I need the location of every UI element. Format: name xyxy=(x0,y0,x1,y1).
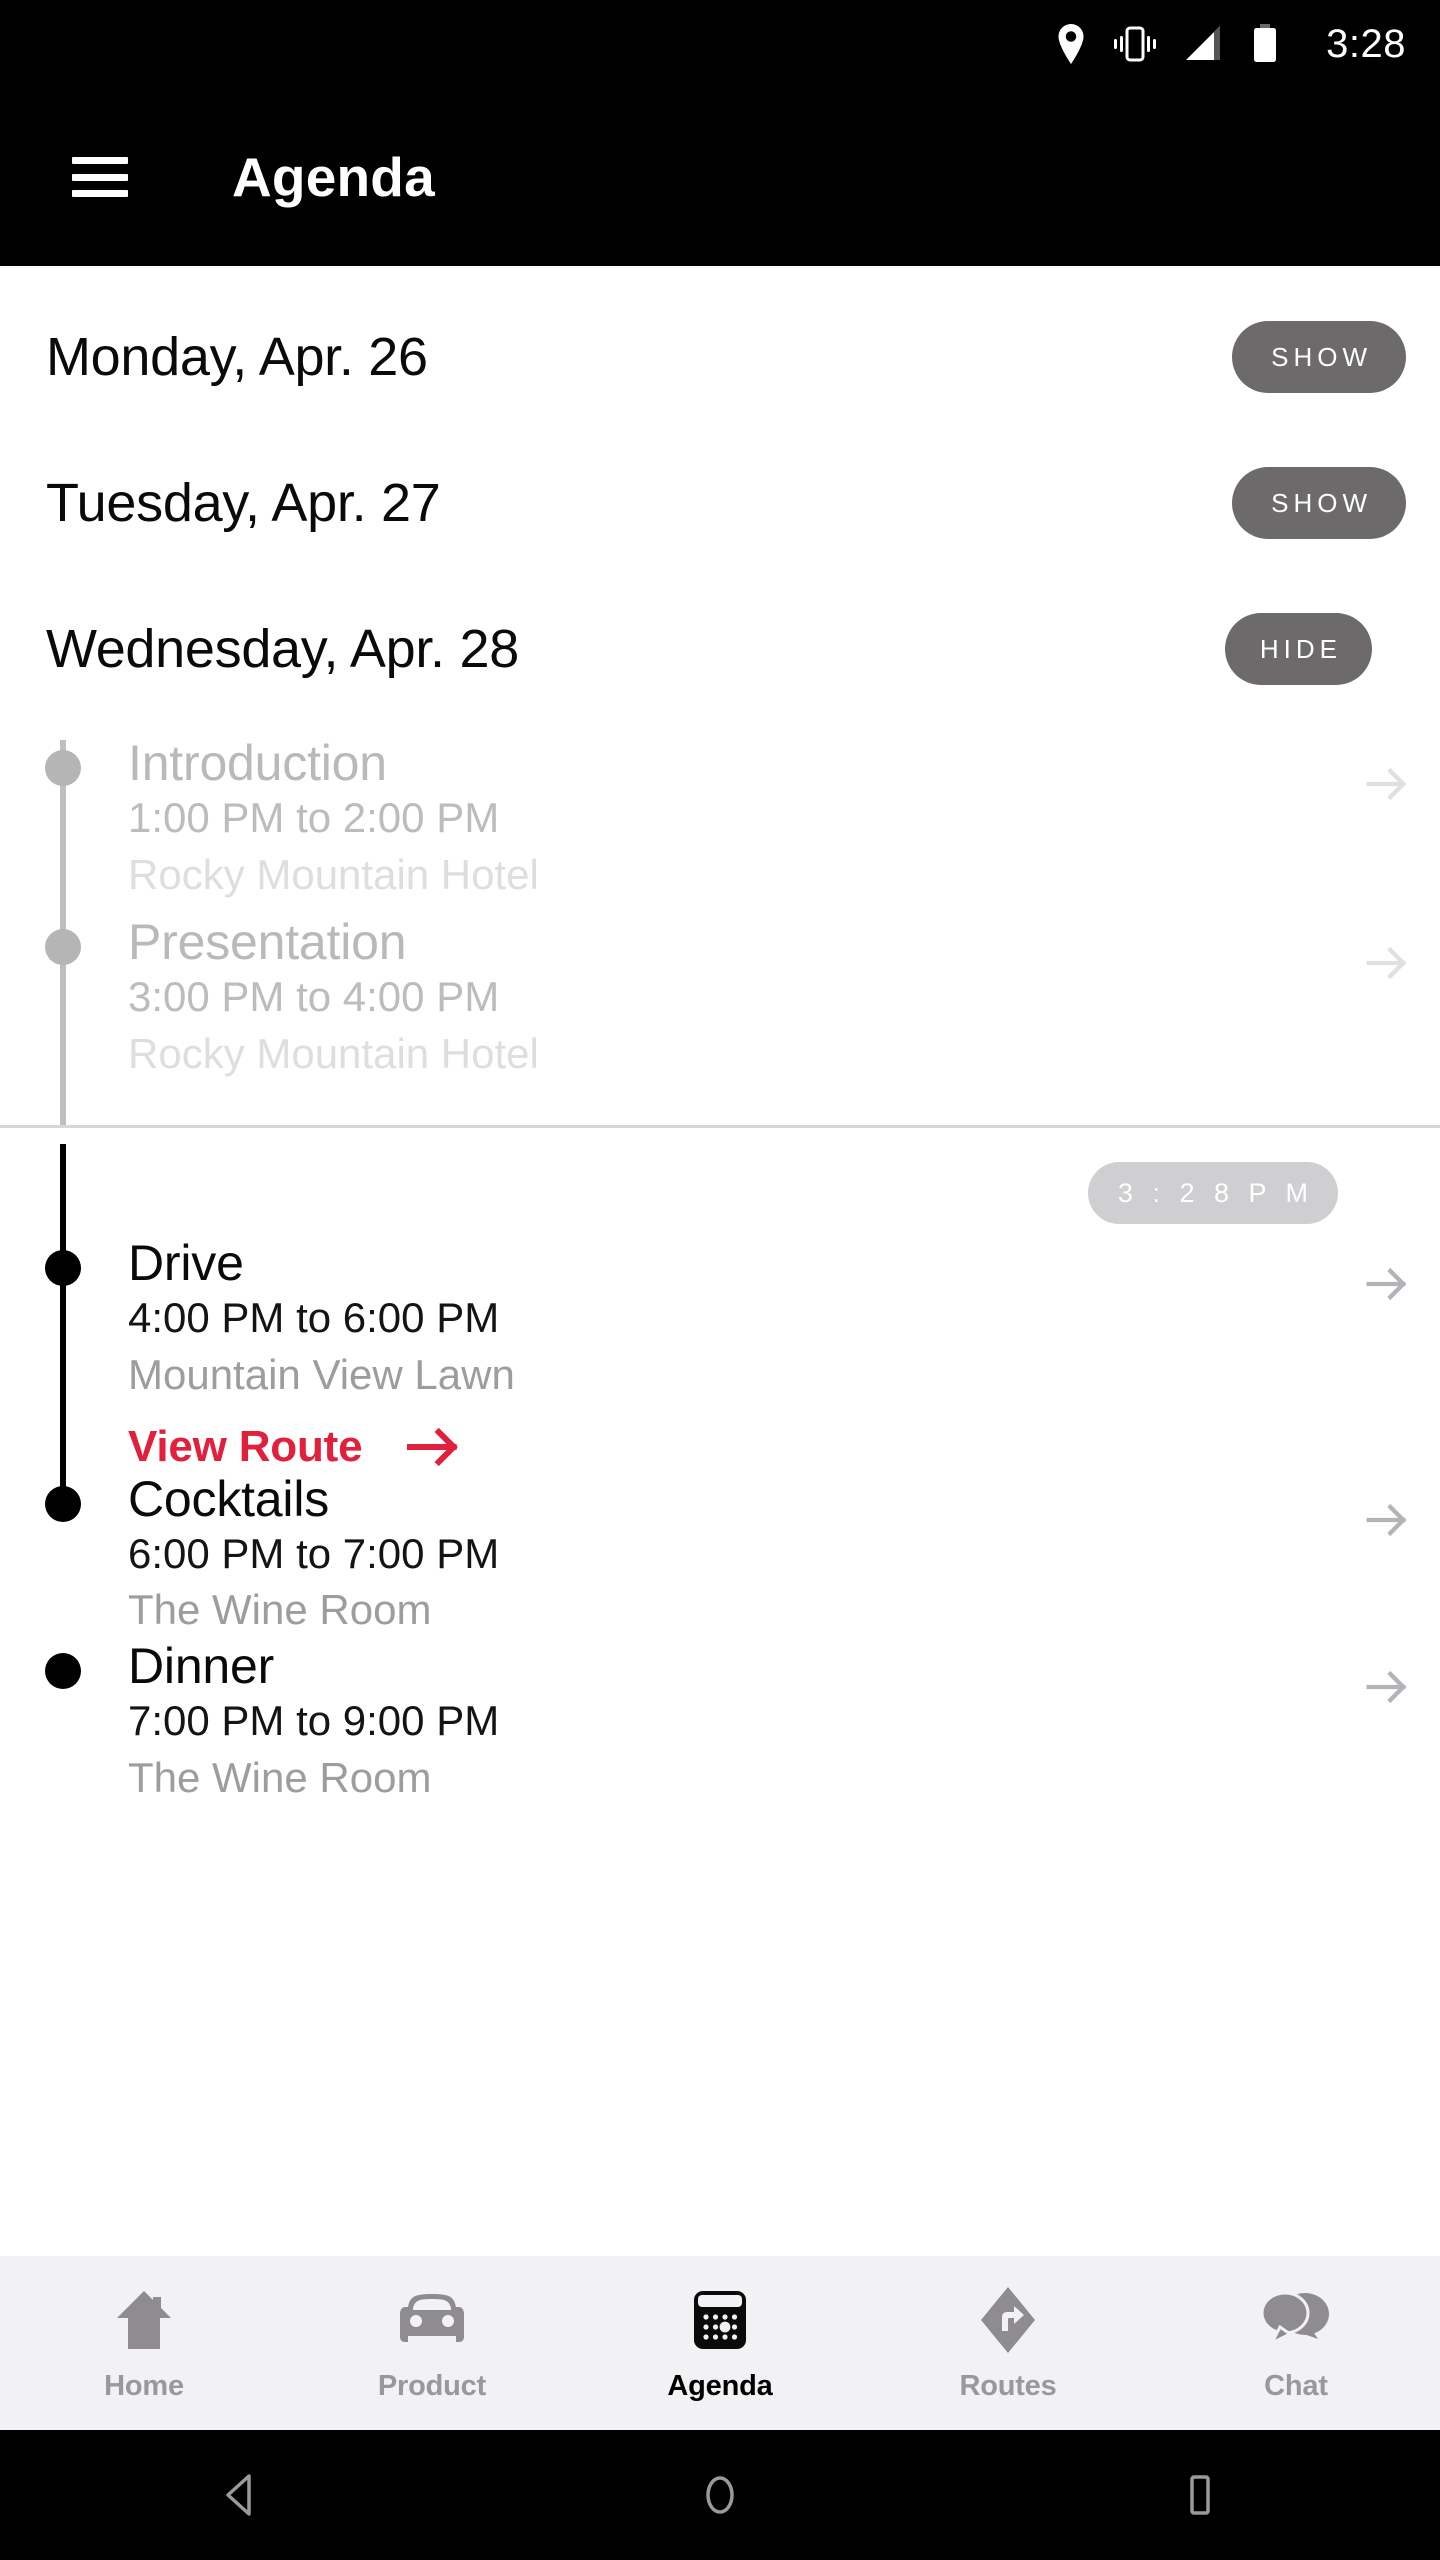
timeline-dot xyxy=(45,1250,81,1287)
timeline-dot xyxy=(45,750,81,786)
nav-item-chat[interactable]: Chat xyxy=(1152,2284,1440,2403)
battery-icon xyxy=(1254,24,1277,62)
home-circle-icon[interactable] xyxy=(660,2430,780,2560)
location-pin-icon xyxy=(1058,24,1084,64)
app-bar: Agenda xyxy=(0,88,1440,266)
event-title: Presentation xyxy=(128,914,407,971)
nav-label: Routes xyxy=(959,2369,1057,2402)
event-location: Rocky Mountain Hotel xyxy=(128,850,539,898)
android-system-nav xyxy=(0,2430,1440,2560)
nav-item-home[interactable]: Home xyxy=(0,2284,288,2403)
nav-label: Chat xyxy=(1264,2369,1328,2402)
event-title: Drive xyxy=(128,1235,244,1292)
phone-screen: 3:28 Agenda Monday, Apr. 26 SHOW Tuesday… xyxy=(0,0,1440,2560)
event-location: Mountain View Lawn xyxy=(128,1351,515,1399)
day-label: Wednesday, Apr. 28 xyxy=(46,619,519,679)
agenda-content: Monday, Apr. 26 SHOW Tuesday, Apr. 27 SH… xyxy=(0,266,1440,2256)
agenda-event-row[interactable]: Cocktails 6:00 PM to 7:00 PM The Wine Ro… xyxy=(0,1472,1440,1639)
agenda-event-row[interactable]: Dinner 7:00 PM to 9:00 PM The Wine Room xyxy=(0,1639,1440,1806)
back-triangle-icon[interactable] xyxy=(180,2430,300,2560)
timeline-dot xyxy=(45,929,81,966)
arrow-right-icon[interactable] xyxy=(1360,1661,1412,1713)
chat-bubbles-icon xyxy=(1260,2284,1332,2356)
timeline-dot xyxy=(45,1653,81,1690)
arrow-right-icon xyxy=(407,1427,459,1466)
timeline-dot xyxy=(45,1485,81,1522)
event-time: 4:00 PM to 6:00 PM xyxy=(128,1294,500,1342)
recents-square-icon[interactable] xyxy=(1140,2430,1260,2560)
agenda-event-row[interactable]: Introduction 1:00 PM to 2:00 PM Rocky Mo… xyxy=(0,736,1440,903)
event-title: Introduction xyxy=(128,735,387,791)
event-time: 6:00 PM to 7:00 PM xyxy=(128,1529,500,1577)
day-toggle-button-monday[interactable]: SHOW xyxy=(1232,321,1406,393)
arrow-right-icon[interactable] xyxy=(1360,1494,1412,1546)
home-icon xyxy=(113,2284,175,2356)
nav-item-product[interactable]: Product xyxy=(288,2284,576,2403)
timeline-past: Introduction 1:00 PM to 2:00 PM Rocky Mo… xyxy=(0,722,1440,1126)
event-time: 3:00 PM to 4:00 PM xyxy=(128,973,500,1021)
current-time-divider xyxy=(0,1125,1440,1129)
event-time: 1:00 PM to 2:00 PM xyxy=(128,794,500,841)
nav-item-agenda[interactable]: Agenda xyxy=(576,2284,864,2403)
day-toggle-button-tuesday[interactable]: SHOW xyxy=(1232,467,1406,539)
day-header-tuesday[interactable]: Tuesday, Apr. 27 SHOW xyxy=(0,430,1440,576)
event-location: Rocky Mountain Hotel xyxy=(128,1030,539,1078)
car-icon xyxy=(396,2284,468,2356)
agenda-event-row[interactable]: Drive 4:00 PM to 6:00 PM Mountain View L… xyxy=(0,1236,1440,1471)
navigation-icon xyxy=(979,2284,1037,2356)
arrow-right-icon[interactable] xyxy=(1360,937,1412,989)
day-toggle-button-wednesday[interactable]: HIDE xyxy=(1224,613,1372,685)
calendar-icon xyxy=(689,2284,751,2356)
signal-icon xyxy=(1186,26,1221,60)
day-header-monday[interactable]: Monday, Apr. 26 SHOW xyxy=(0,284,1440,430)
view-route-link[interactable]: View Route xyxy=(128,1422,1320,1472)
nav-label: Agenda xyxy=(667,2369,773,2402)
nav-item-routes[interactable]: Routes xyxy=(864,2284,1152,2403)
status-icons: 3:28 xyxy=(1056,24,1406,64)
arrow-right-icon[interactable] xyxy=(1360,758,1412,810)
event-title: Dinner xyxy=(128,1638,275,1695)
timeline-active: Drive 4:00 PM to 6:00 PM Mountain View L… xyxy=(0,1144,1440,1806)
event-location: The Wine Room xyxy=(128,1753,432,1801)
view-route-label: View Route xyxy=(128,1421,363,1471)
current-time-badge-wrapper: 3 : 2 8 P M xyxy=(0,1162,1440,1225)
vibrate-icon xyxy=(1114,26,1157,62)
agenda-event-row[interactable]: Presentation 3:00 PM to 4:00 PM Rocky Mo… xyxy=(0,915,1440,1083)
hamburger-menu-icon[interactable] xyxy=(72,157,128,197)
timeline-past-tail xyxy=(0,1083,1440,1125)
day-label: Tuesday, Apr. 27 xyxy=(46,473,441,533)
status-bar: 3:28 xyxy=(0,0,1440,88)
status-bar-clock: 3:28 xyxy=(1326,22,1406,66)
page-title: Agenda xyxy=(232,146,435,208)
event-location: The Wine Room xyxy=(128,1586,432,1634)
event-time: 7:00 PM to 9:00 PM xyxy=(128,1697,500,1745)
event-title: Cocktails xyxy=(128,1470,330,1527)
current-time-badge: 3 : 2 8 P M xyxy=(1087,1162,1338,1225)
nav-label: Home xyxy=(104,2369,184,2402)
day-header-wednesday[interactable]: Wednesday, Apr. 28 HIDE xyxy=(0,576,1440,722)
bottom-navigation-bar: Home Product Agenda Routes Chat xyxy=(0,2256,1440,2430)
day-label: Monday, Apr. 26 xyxy=(46,327,428,387)
arrow-right-icon[interactable] xyxy=(1360,1258,1412,1310)
nav-label: Product xyxy=(377,2369,487,2402)
